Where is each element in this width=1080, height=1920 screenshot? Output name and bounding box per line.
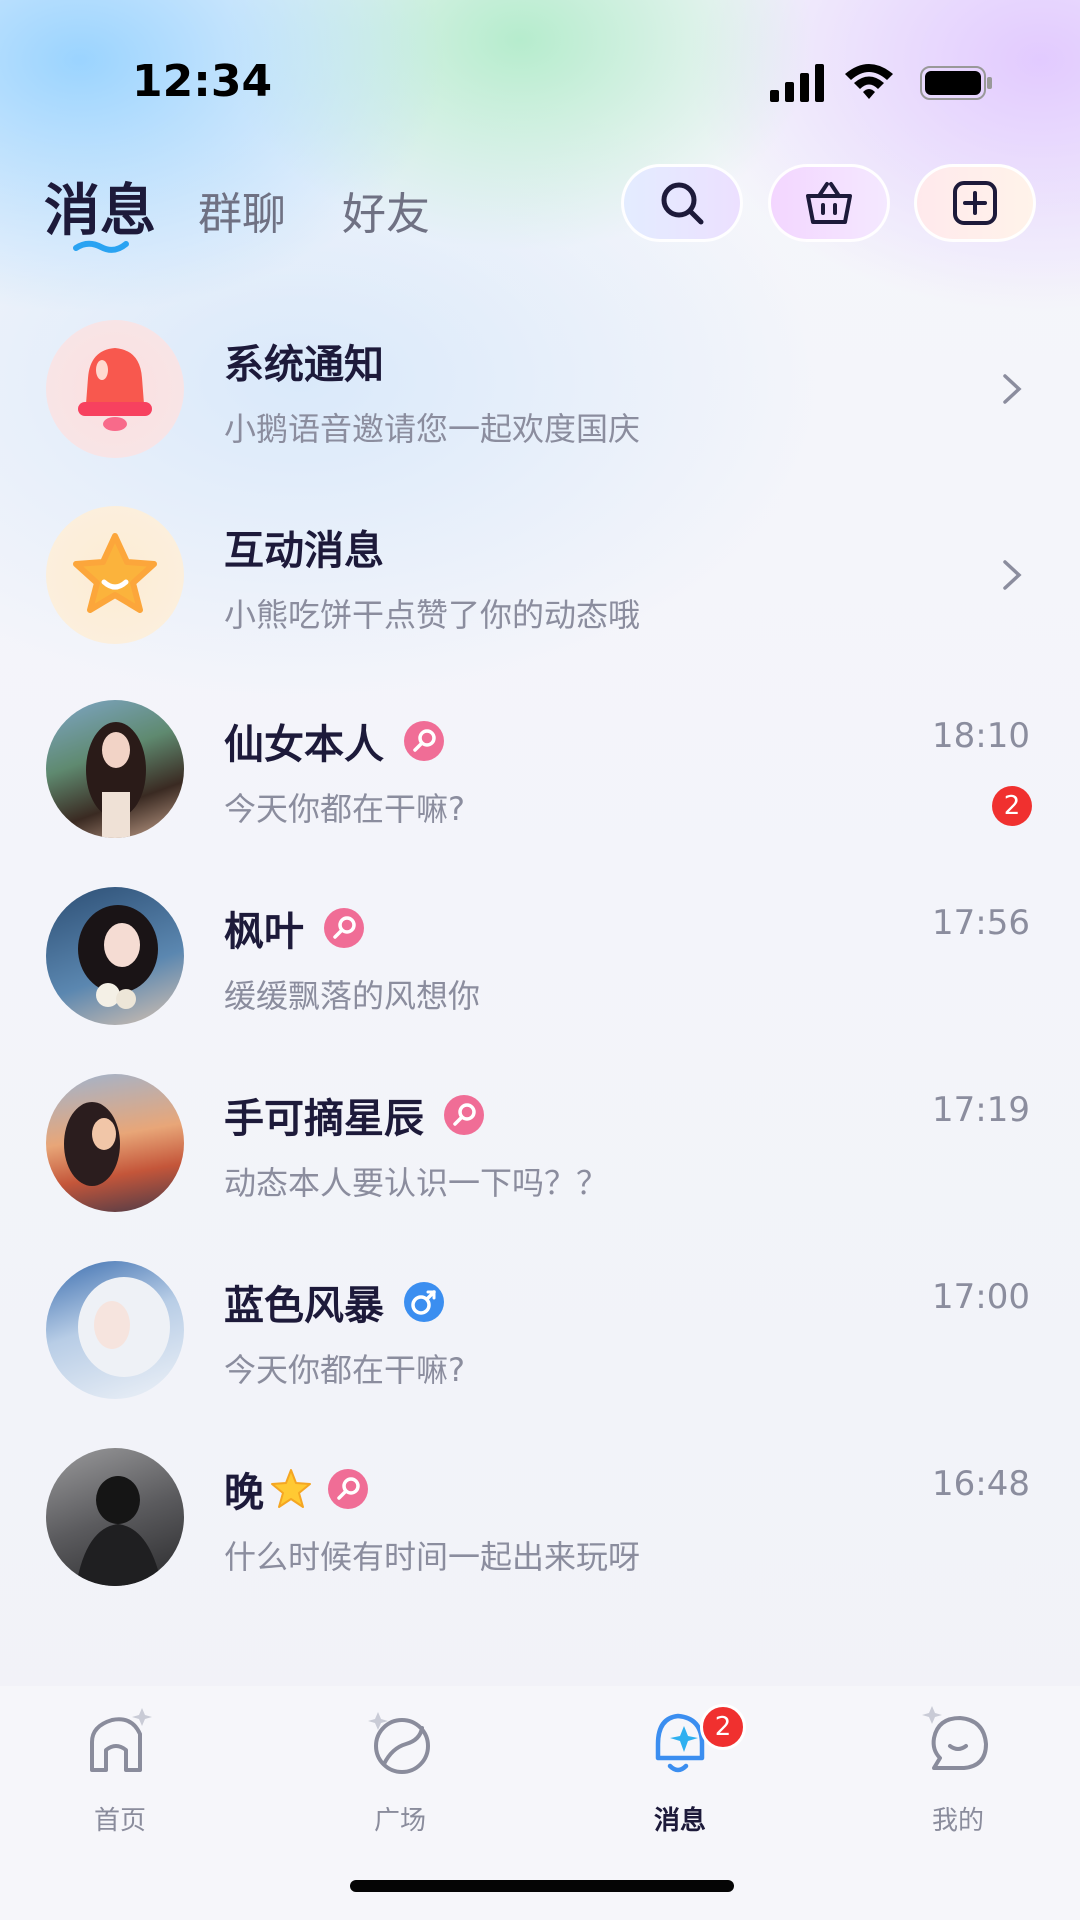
female-icon — [444, 1095, 484, 1135]
tab-group-chat[interactable]: 群聊 — [198, 178, 286, 242]
interaction-notice-item[interactable]: 互动消息 小熊吃饼干点赞了你的动态哦 — [0, 506, 1080, 686]
user-name: 枫叶 — [224, 909, 304, 955]
male-icon — [404, 1282, 444, 1322]
item-subtitle: 小鹅语音邀请您一起欢度国庆 — [224, 410, 641, 448]
chat-item[interactable]: 晚 什么时候有时间一起出来玩呀 16:48 — [0, 1448, 1080, 1628]
unread-badge: 2 — [992, 786, 1032, 826]
message-time: 16:48 — [932, 1464, 1030, 1504]
avatar-portrait — [78, 905, 158, 1009]
tab-friends[interactable]: 好友 — [342, 178, 430, 242]
chat-item[interactable]: 手可摘星辰 动态本人要认识一下吗？？ 17:19 — [0, 1074, 1080, 1254]
avatar-portrait — [64, 1102, 120, 1186]
chat-item[interactable]: 仙女本人 今天你都在干嘛? 18:10 2 — [0, 700, 1080, 880]
user-name: 仙女本人 — [224, 722, 384, 768]
plus-square-icon — [953, 181, 997, 225]
chat-item[interactable]: 枫叶 缓缓飘落的风想你 17:56 — [0, 887, 1080, 1067]
glowing-star-icon — [271, 1469, 311, 1508]
battery-icon — [920, 66, 992, 100]
female-icon — [404, 721, 444, 761]
nav-plaza[interactable]: 广场 — [330, 1704, 470, 1836]
user-name: 蓝色风暴 — [224, 1283, 384, 1329]
nav-label: 首页 — [93, 1806, 146, 1836]
star-avatar — [46, 506, 184, 644]
nav-unread-badge: 2 — [700, 1704, 746, 1750]
last-message: 今天你都在干嘛? — [224, 1351, 465, 1389]
message-time: 18:10 — [932, 716, 1030, 756]
user-avatar — [46, 1074, 184, 1212]
item-title: 互动消息 — [224, 528, 384, 574]
user-name: 手可摘星辰 — [224, 1096, 424, 1142]
tab-messages[interactable]: 消息 — [44, 166, 156, 247]
user-name: 晚 — [224, 1470, 264, 1516]
system-notice-item[interactable]: 系统通知 小鹅语音邀请您一起欢度国庆 — [0, 320, 1080, 500]
bell-avatar — [46, 320, 184, 458]
add-button[interactable] — [914, 164, 1036, 242]
avatar-portrait — [86, 722, 146, 838]
nav-label: 广场 — [373, 1806, 426, 1836]
last-message: 今天你都在干嘛? — [224, 790, 465, 828]
item-title: 手可摘星辰 — [224, 1086, 484, 1144]
user-avatar — [46, 1448, 184, 1586]
tab-active-indicator — [73, 240, 129, 253]
star-icon — [73, 533, 157, 613]
item-title: 仙女本人 — [224, 712, 444, 770]
status-time: 12:34 — [132, 56, 273, 107]
item-subtitle: 小熊吃饼干点赞了你的动态哦 — [224, 596, 641, 634]
bell-icon — [78, 348, 152, 431]
nav-home[interactable]: 首页 — [50, 1704, 190, 1836]
item-title: 系统通知 — [224, 342, 384, 388]
nav-label: 我的 — [931, 1806, 984, 1836]
wifi-icon — [845, 64, 893, 99]
user-avatar — [46, 700, 184, 838]
last-message: 什么时候有时间一起出来玩呀 — [224, 1538, 641, 1576]
message-time: 17:00 — [932, 1277, 1030, 1317]
female-icon — [324, 908, 364, 948]
nav-profile[interactable]: 我的 — [888, 1704, 1028, 1836]
planet-icon — [368, 1712, 430, 1774]
user-avatar — [46, 887, 184, 1025]
cellular-signal-icon — [770, 64, 824, 102]
profile-icon — [922, 1706, 988, 1770]
nav-messages[interactable]: 2 消息 — [610, 1704, 750, 1836]
chat-item[interactable]: 蓝色风暴 今天你都在干嘛? 17:00 — [0, 1261, 1080, 1441]
last-message: 缓缓飘落的风想你 — [224, 977, 481, 1015]
message-time: 17:19 — [932, 1090, 1030, 1130]
home-indicator — [350, 1880, 734, 1892]
item-title: 晚 — [224, 1460, 368, 1518]
status-bar: 12:34 — [0, 0, 1080, 160]
item-title: 蓝色风暴 — [224, 1273, 444, 1331]
chevron-right-icon — [1003, 374, 1022, 404]
chevron-right-icon — [1003, 560, 1022, 590]
female-icon — [328, 1469, 368, 1509]
nav-label: 消息 — [653, 1806, 706, 1836]
message-time: 17:56 — [932, 903, 1030, 943]
item-title: 枫叶 — [224, 899, 364, 957]
search-icon — [661, 182, 704, 225]
avatar-portrait — [78, 1277, 170, 1377]
last-message: 动态本人要认识一下吗？？ — [224, 1164, 609, 1202]
home-icon — [90, 1708, 152, 1772]
search-button[interactable] — [621, 164, 743, 242]
shop-button[interactable] — [768, 164, 890, 242]
avatar-portrait — [76, 1476, 162, 1586]
user-avatar — [46, 1261, 184, 1399]
basket-icon — [806, 182, 852, 224]
